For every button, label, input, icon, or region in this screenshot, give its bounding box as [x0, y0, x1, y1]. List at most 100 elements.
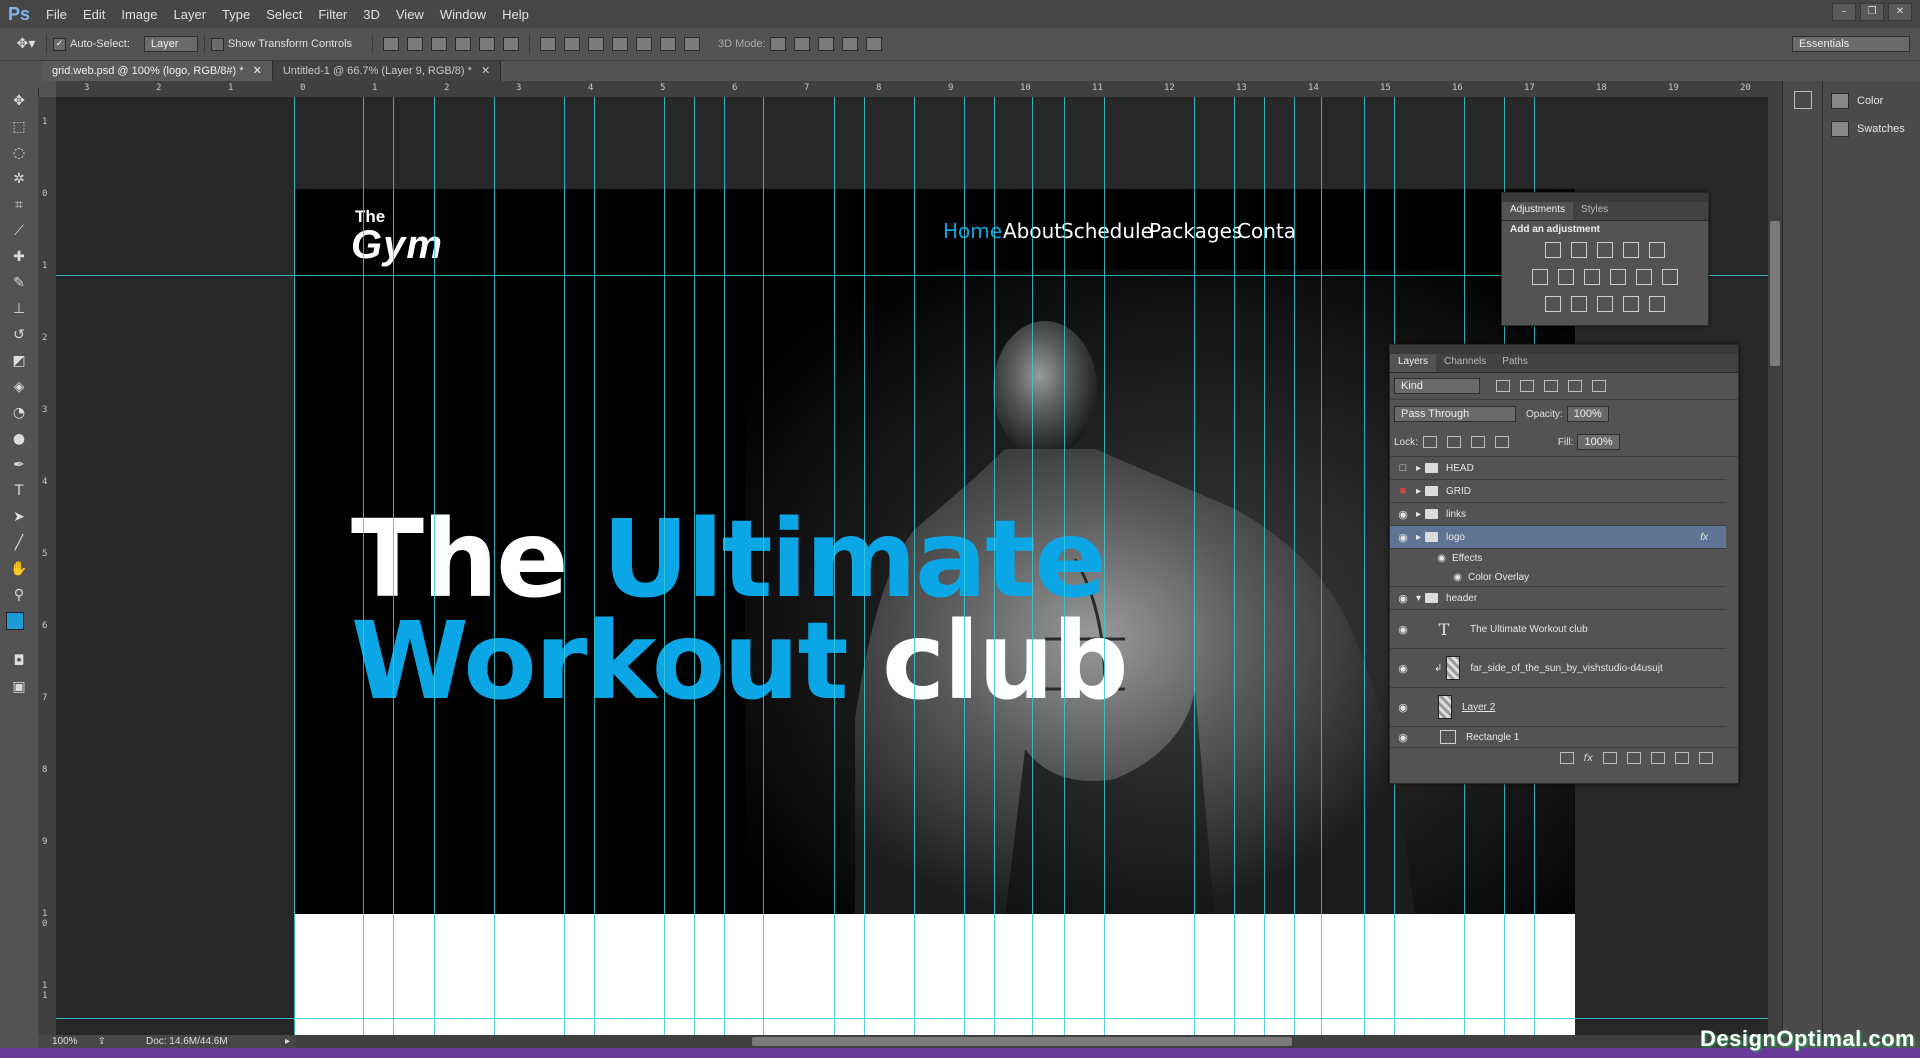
lasso-tool-icon[interactable]: ◌	[0, 140, 38, 166]
levels-icon[interactable]	[1571, 242, 1587, 258]
path-select-tool-icon[interactable]: ➤	[0, 504, 38, 530]
eye-icon[interactable]: ◉	[1390, 531, 1416, 544]
brush-tool-icon[interactable]: ✎	[0, 270, 38, 296]
guide-line[interactable]	[363, 97, 364, 1035]
hand-tool-icon[interactable]: ✋	[0, 556, 38, 582]
minimize-button[interactable]: –	[1832, 3, 1856, 21]
opacity-input[interactable]: 100%	[1566, 406, 1609, 422]
marquee-tool-icon[interactable]: ⬚	[0, 114, 38, 140]
3d-roll-icon[interactable]	[793, 37, 810, 51]
lock-image-icon[interactable]	[1446, 436, 1461, 448]
vibrance-icon[interactable]	[1649, 242, 1665, 258]
distribute-right-icon[interactable]	[660, 37, 677, 51]
guide-line[interactable]	[1264, 97, 1265, 1035]
color-balance-icon[interactable]	[1558, 269, 1574, 285]
zoom-tool-icon[interactable]: ⚲	[0, 582, 38, 608]
align-left-icon[interactable]	[455, 37, 472, 51]
foreground-color-swatch[interactable]	[6, 612, 24, 630]
threshold-icon[interactable]	[1597, 296, 1613, 312]
history-brush-tool-icon[interactable]: ↺	[0, 322, 38, 348]
align-vcenter-icon[interactable]	[407, 37, 424, 51]
close-icon[interactable]: ✕	[253, 65, 262, 77]
menu-image[interactable]: Image	[113, 7, 165, 22]
guide-line[interactable]	[694, 97, 695, 1035]
move-tool-icon[interactable]: ✥	[0, 88, 38, 114]
workspace-dropdown[interactable]: Essentials	[1792, 36, 1910, 52]
tab-layers[interactable]: Layers	[1390, 354, 1437, 372]
swatches-panel-button[interactable]: Swatches	[1823, 115, 1920, 143]
eye-icon[interactable]: ◉	[1390, 508, 1416, 521]
guide-line[interactable]	[994, 97, 995, 1035]
move-tool-preset-icon[interactable]: ✥▾	[12, 36, 40, 52]
brightness-icon[interactable]	[1545, 242, 1561, 258]
guide-line[interactable]	[1032, 97, 1033, 1035]
menu-3d[interactable]: 3D	[355, 7, 388, 22]
black-white-icon[interactable]	[1584, 269, 1600, 285]
color-lookup-icon[interactable]	[1662, 269, 1678, 285]
healing-brush-tool-icon[interactable]: ✚	[0, 244, 38, 270]
filter-smart-object-icon[interactable]	[1592, 380, 1606, 392]
expand-arrow-icon[interactable]: ▸	[1416, 486, 1421, 497]
lock-all-icon[interactable]	[1494, 436, 1509, 448]
menu-view[interactable]: View	[388, 7, 432, 22]
layer-row-grid[interactable]: ■ ▸ GRID	[1390, 480, 1726, 503]
guide-line[interactable]	[1364, 97, 1365, 1035]
photo-filter-icon[interactable]	[1610, 269, 1626, 285]
selective-color-icon[interactable]	[1623, 296, 1639, 312]
quick-select-tool-icon[interactable]: ✲	[0, 166, 38, 192]
filter-shape-icon[interactable]	[1568, 380, 1582, 392]
visibility-off-icon[interactable]: □	[1390, 462, 1416, 474]
guide-line[interactable]	[964, 97, 965, 1035]
expand-arrow-icon[interactable]: ▸	[1416, 509, 1421, 520]
new-layer-icon[interactable]	[1675, 752, 1689, 764]
layer-row-text[interactable]: ◉ T The Ultimate Workout club	[1390, 610, 1726, 649]
layer-row-logo[interactable]: ◉ ▸ logo fx	[1390, 526, 1726, 549]
guide-line[interactable]	[834, 97, 835, 1035]
guide-line[interactable]	[564, 97, 565, 1035]
menu-type[interactable]: Type	[214, 7, 258, 22]
history-panel-icon[interactable]	[1794, 91, 1812, 109]
layer-row-rectangle-1[interactable]: ◉ Rectangle 1	[1390, 727, 1726, 748]
guide-line[interactable]	[664, 97, 665, 1035]
tab-untitled-1[interactable]: Untitled-1 @ 66.7% (Layer 9, RGB/8) * ✕	[272, 61, 502, 81]
horizontal-scroll-thumb[interactable]	[752, 1037, 1292, 1046]
3d-slide-icon[interactable]	[841, 37, 858, 51]
new-group-icon[interactable]	[1651, 752, 1665, 764]
filter-pixel-icon[interactable]	[1496, 380, 1510, 392]
menu-file[interactable]: File	[38, 7, 75, 22]
blur-tool-icon[interactable]: ◔	[0, 400, 38, 426]
channel-mixer-icon[interactable]	[1636, 269, 1652, 285]
distribute-vcenter-icon[interactable]	[564, 37, 581, 51]
close-icon[interactable]: ✕	[481, 65, 490, 77]
distribute-hcenter-icon[interactable]	[636, 37, 653, 51]
clone-stamp-tool-icon[interactable]: ⊥	[0, 296, 38, 322]
guide-line[interactable]	[393, 97, 394, 1035]
distribute-left-icon[interactable]	[612, 37, 629, 51]
eyedropper-tool-icon[interactable]: ⟋	[0, 218, 38, 244]
curves-icon[interactable]	[1597, 242, 1613, 258]
guide-line[interactable]	[294, 97, 295, 1035]
align-right-icon[interactable]	[503, 37, 520, 51]
quick-mask-icon[interactable]: ◘	[0, 648, 38, 674]
vertical-scroll-thumb[interactable]	[1770, 221, 1780, 366]
layer-row-links[interactable]: ◉ ▸ links	[1390, 503, 1726, 526]
eye-icon[interactable]: ◉	[1390, 731, 1416, 744]
close-button[interactable]: ✕	[1888, 3, 1912, 21]
eye-icon[interactable]: ◉	[1390, 553, 1446, 564]
fill-input[interactable]: 100%	[1577, 434, 1620, 450]
layer-effects-row[interactable]: ◉ Effects	[1390, 549, 1726, 567]
distribute-bottom-icon[interactable]	[588, 37, 605, 51]
tab-paths[interactable]: Paths	[1494, 354, 1536, 372]
guide-line[interactable]	[594, 97, 595, 1035]
layer-row-head[interactable]: □ ▸ HEAD	[1390, 457, 1726, 480]
align-bottom-icon[interactable]	[431, 37, 448, 51]
type-tool-icon[interactable]: T	[0, 478, 38, 504]
share-icon[interactable]: ⇪	[98, 1036, 106, 1047]
guide-line[interactable]	[1321, 97, 1322, 1035]
document-artboard[interactable]: The Gym Home About Schedule Packages Con…	[295, 189, 1575, 1035]
color-panel-button[interactable]: Color	[1823, 87, 1920, 115]
link-layers-icon[interactable]	[1559, 752, 1574, 764]
3d-pan-icon[interactable]	[817, 37, 834, 51]
line-tool-icon[interactable]: ╱	[0, 530, 38, 556]
guide-line[interactable]	[763, 97, 764, 1035]
